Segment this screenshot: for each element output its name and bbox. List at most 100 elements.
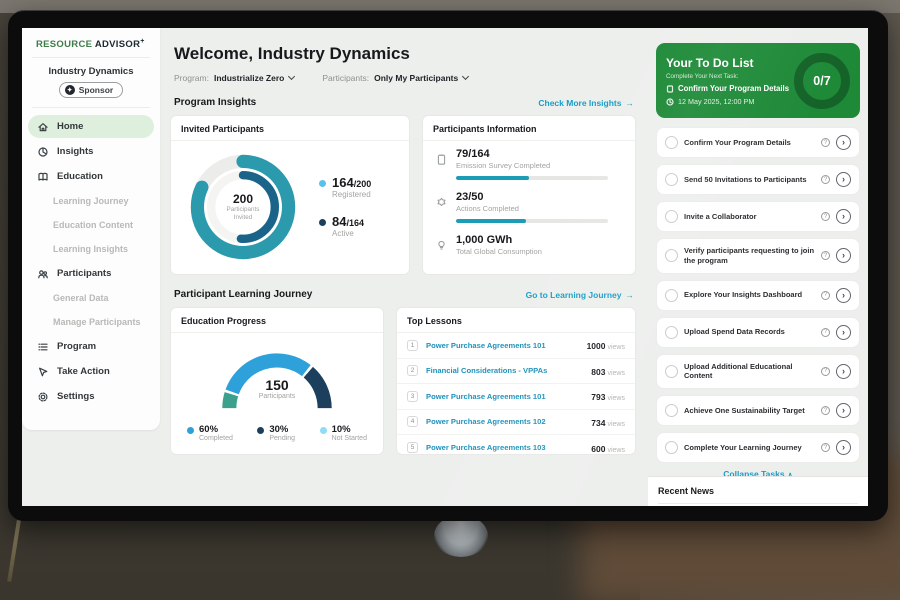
info-icon[interactable]: ? [821, 328, 830, 337]
consumption-row: 1,000 GWh Total Global Consumption [435, 234, 623, 256]
go-to-learning-journey-link[interactable]: Go to Learning Journey → [526, 290, 634, 300]
sidebar-item-label: Home [57, 121, 83, 132]
info-icon[interactable]: ? [821, 291, 830, 300]
actions-completed-row: 23/50 Actions Completed [435, 191, 623, 223]
invited-participants-card: Invited Participants 200 [170, 115, 410, 275]
task-upload-educational-content[interactable]: Upload Additional Educational Content ? … [656, 354, 860, 390]
sidebar-item-education[interactable]: Education [28, 165, 154, 188]
card-title: Education Progress [171, 308, 383, 333]
education-gauge-chart: 150 Participants [171, 333, 383, 417]
chevron-right-button[interactable]: › [836, 288, 851, 303]
task-checkbox[interactable] [665, 326, 678, 339]
sponsor-icon: ✦ [65, 85, 75, 95]
lesson-link[interactable]: Financial Considerations - VPPAs [426, 366, 583, 375]
sidebar-item-learning-journey[interactable]: Learning Journey [28, 190, 154, 212]
rank-badge: 5 [407, 442, 418, 453]
logo-resource: RESOURCE [36, 39, 92, 50]
chevron-down-icon [288, 73, 295, 80]
sidebar-item-education-content[interactable]: Education Content [28, 214, 154, 236]
task-checkbox[interactable] [665, 441, 678, 454]
task-verify-participants[interactable]: Verify participants requesting to join t… [656, 238, 860, 274]
emission-survey-row: 79/164 Emission Survey Completed [435, 148, 623, 180]
sidebar-item-manage-participants[interactable]: Manage Participants [28, 311, 154, 333]
lesson-row: 5 Power Purchase Agreements 103 600views [397, 435, 635, 455]
chevron-right-button[interactable]: › [836, 248, 851, 263]
task-checkbox[interactable] [665, 289, 678, 302]
task-achieve-sustainability-target[interactable]: Achieve One Sustainability Target ? › [656, 395, 860, 426]
sidebar-item-take-action[interactable]: Take Action [28, 360, 154, 383]
task-upload-spend-data[interactable]: Upload Spend Data Records ? › [656, 317, 860, 348]
program-dropdown[interactable]: Program: Industrialize Zero [174, 73, 294, 83]
task-checkbox[interactable] [665, 173, 678, 186]
sidebar-item-label: Insights [57, 146, 93, 157]
info-icon[interactable]: ? [821, 138, 830, 147]
sidebar-item-participants[interactable]: Participants [28, 262, 154, 285]
chevron-down-icon [462, 73, 469, 80]
info-icon[interactable]: ? [821, 212, 830, 221]
sidebar-item-general-data[interactable]: General Data [28, 287, 154, 309]
insights-icon [37, 146, 49, 158]
chevron-right-button[interactable]: › [836, 209, 851, 224]
chevron-right-button[interactable]: › [836, 440, 851, 455]
gauge-center-label: Participants [171, 393, 383, 400]
legend-active: 84/164 Active [319, 215, 371, 238]
sidebar-item-insights[interactable]: Insights [28, 140, 154, 163]
lesson-link[interactable]: Power Purchase Agreements 101 [426, 341, 579, 350]
sidebar-item-label: Take Action [57, 366, 110, 377]
lesson-link[interactable]: Power Purchase Agreements 103 [426, 443, 583, 452]
lesson-row: 1 Power Purchase Agreements 101 1000view… [397, 333, 635, 359]
info-icon[interactable]: ? [821, 406, 830, 415]
task-checkbox[interactable] [665, 210, 678, 223]
chevron-right-button[interactable]: › [836, 403, 851, 418]
task-checkbox[interactable] [665, 365, 678, 378]
sidebar-item-label: Program [57, 341, 96, 352]
task-confirm-program-details[interactable]: Confirm Your Program Details ? › [656, 127, 860, 158]
lesson-row: 2 Financial Considerations - VPPAs 803vi… [397, 359, 635, 385]
metric-value: 23/50 [456, 191, 608, 203]
participants-dropdown[interactable]: Participants: Only My Participants [322, 73, 468, 83]
sidebar-item-label: Manage Participants [53, 317, 141, 327]
legend-dot [319, 219, 326, 226]
chevron-right-button[interactable]: › [836, 364, 851, 379]
progress-bar [456, 176, 608, 180]
sidebar-item-label: Participants [57, 268, 111, 279]
logo-plus: + [140, 38, 144, 45]
info-icon[interactable]: ? [821, 367, 830, 376]
recent-news-title: Recent News [658, 486, 858, 504]
recent-news-section: Recent News [648, 476, 868, 506]
invited-donut-chart: 200 Participants Invited [183, 147, 303, 267]
todo-title: Your To Do List [666, 56, 789, 70]
chevron-right-button[interactable]: › [836, 325, 851, 340]
lesson-link[interactable]: Power Purchase Agreements 101 [426, 392, 583, 401]
organization-name: Industry Dynamics [26, 66, 156, 77]
task-complete-learning-journey[interactable]: Complete Your Learning Journey ? › [656, 432, 860, 463]
monitor-bezel: RESOURCE ADVISOR+ Industry Dynamics ✦ Sp… [8, 10, 888, 521]
task-send-invitations[interactable]: Send 50 Invitations to Participants ? › [656, 164, 860, 195]
sidebar-item-learning-insights[interactable]: Learning Insights [28, 238, 154, 260]
card-title: Invited Participants [171, 116, 409, 141]
task-checkbox[interactable] [665, 136, 678, 149]
legend-completed: 60% Completed [187, 425, 233, 442]
info-icon[interactable]: ? [821, 175, 830, 184]
chevron-right-button[interactable]: › [836, 135, 851, 150]
sidebar-item-home[interactable]: Home [28, 115, 154, 138]
todo-next-task: Confirm Your Program Details [678, 84, 789, 93]
info-icon[interactable]: ? [821, 443, 830, 452]
info-icon[interactable]: ? [821, 251, 830, 260]
metric-value: 79/164 [456, 148, 608, 160]
book-icon [37, 171, 49, 183]
sidebar-item-program[interactable]: Program [28, 335, 154, 358]
clock-icon [666, 98, 674, 106]
task-checkbox[interactable] [665, 404, 678, 417]
task-explore-insights[interactable]: Explore Your Insights Dashboard ? › [656, 280, 860, 311]
lesson-link[interactable]: Power Purchase Agreements 102 [426, 417, 583, 426]
check-more-insights-link[interactable]: Check More Insights → [538, 98, 634, 108]
legend-dot [257, 427, 264, 434]
task-invite-collaborator[interactable]: Invite a Collaborator ? › [656, 201, 860, 232]
education-progress-card: Education Progress 150 Participants [170, 307, 384, 455]
progress-bar [456, 219, 608, 223]
task-checkbox[interactable] [665, 249, 678, 262]
sidebar-item-settings[interactable]: Settings [28, 385, 154, 408]
list-icon [37, 341, 49, 353]
chevron-right-button[interactable]: › [836, 172, 851, 187]
